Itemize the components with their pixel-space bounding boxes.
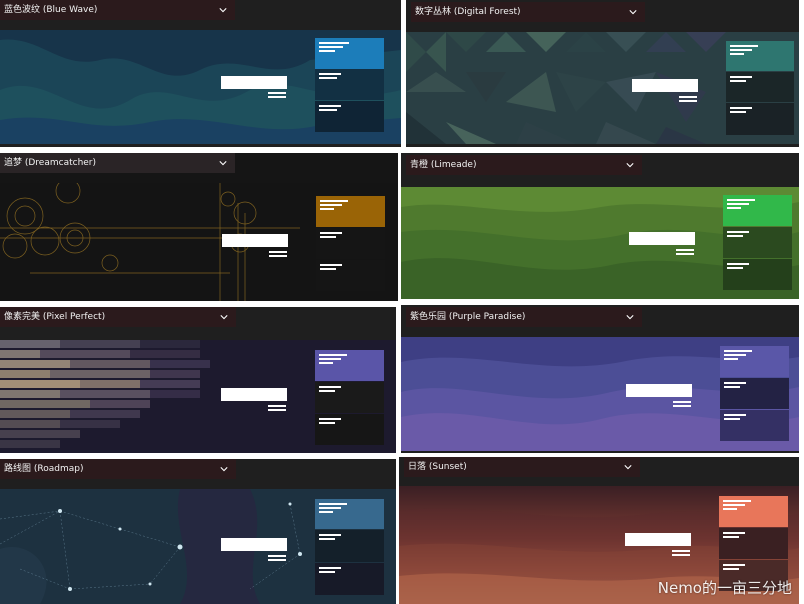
preview-text — [672, 550, 690, 558]
theme-dropdown[interactable]: 数字丛林 (Digital Forest) — [411, 2, 645, 22]
accent-swatch — [719, 496, 788, 527]
chevron-down-icon — [626, 163, 634, 168]
side-swatch — [315, 530, 384, 562]
side-swatch — [723, 259, 792, 290]
theme-name: 青橙 (Limeade) — [410, 160, 477, 170]
side-swatch — [723, 227, 792, 258]
chevron-down-icon — [220, 467, 228, 472]
theme-card-blue-wave[interactable]: 蓝色波纹 (Blue Wave) — [0, 0, 401, 147]
preview-text — [268, 405, 286, 413]
accent-swatch — [315, 38, 384, 69]
chevron-down-icon — [626, 315, 634, 320]
side-swatch — [315, 69, 384, 100]
side-swatch — [719, 528, 788, 559]
chevron-down-icon — [219, 8, 227, 13]
side-swatch — [315, 563, 384, 595]
accent-swatch — [316, 196, 385, 227]
chevron-down-icon — [624, 465, 632, 470]
theme-dropdown[interactable]: 路线图 (Roadmap) — [0, 459, 236, 479]
preview-window — [222, 234, 288, 247]
side-swatch — [316, 260, 385, 291]
accent-swatch — [315, 350, 384, 381]
chevron-down-icon — [219, 161, 227, 166]
chevron-down-icon — [629, 10, 637, 15]
preview-text — [679, 96, 697, 104]
accent-swatch — [315, 499, 384, 529]
side-swatch — [726, 103, 794, 135]
side-swatch — [316, 228, 385, 259]
side-swatch — [315, 101, 384, 132]
preview-text — [269, 251, 287, 259]
side-swatch — [315, 414, 384, 445]
chevron-down-icon — [220, 315, 228, 320]
preview-window — [221, 76, 287, 89]
theme-dropdown[interactable]: 紫色乐园 (Purple Paradise) — [406, 307, 642, 327]
theme-dropdown[interactable]: 像素完美 (Pixel Perfect) — [0, 307, 236, 327]
theme-card-roadmap[interactable]: 路线图 (Roadmap) — [0, 459, 396, 604]
preview-text — [268, 92, 286, 100]
theme-card-digital-forest[interactable]: 数字丛林 (Digital Forest) — [406, 0, 799, 147]
theme-name: 数字丛林 (Digital Forest) — [415, 7, 521, 17]
accent-swatch — [723, 195, 792, 226]
theme-name: 蓝色波纹 (Blue Wave) — [4, 5, 98, 15]
side-swatch — [720, 378, 789, 409]
theme-card-limeade[interactable]: 青橙 (Limeade) — [401, 153, 799, 299]
theme-name: 日落 (Sunset) — [408, 462, 467, 472]
watermark: Nemo的一亩三分地 — [657, 579, 792, 597]
preview-text — [673, 401, 691, 409]
theme-dropdown[interactable]: 日落 (Sunset) — [404, 457, 640, 477]
preview-window — [629, 232, 695, 245]
preview-window — [221, 388, 287, 401]
theme-card-purple-paradise[interactable]: 紫色乐园 (Purple Paradise) — [401, 305, 799, 453]
preview-text — [268, 555, 286, 563]
theme-name: 路线图 (Roadmap) — [4, 464, 84, 474]
preview-window — [632, 79, 698, 92]
theme-card-dreamcatcher[interactable]: 追梦 (Dreamcatcher) — [0, 153, 398, 301]
preview-window — [625, 533, 691, 546]
theme-dropdown[interactable]: 蓝色波纹 (Blue Wave) — [0, 0, 235, 20]
side-swatch — [720, 410, 789, 441]
theme-name: 像素完美 (Pixel Perfect) — [4, 312, 106, 322]
theme-name: 紫色乐园 (Purple Paradise) — [410, 312, 526, 322]
theme-dropdown[interactable]: 青橙 (Limeade) — [406, 155, 642, 175]
side-swatch — [315, 382, 384, 413]
side-swatch — [726, 72, 794, 102]
theme-card-pixel-perfect[interactable]: 像素完美 (Pixel Perfect) — [0, 307, 396, 453]
theme-name: 追梦 (Dreamcatcher) — [4, 158, 97, 168]
accent-swatch — [726, 41, 794, 71]
accent-swatch — [720, 346, 789, 377]
preview-window — [626, 384, 692, 397]
theme-dropdown[interactable]: 追梦 (Dreamcatcher) — [0, 153, 235, 173]
preview-window — [221, 538, 287, 551]
preview-text — [676, 249, 694, 257]
